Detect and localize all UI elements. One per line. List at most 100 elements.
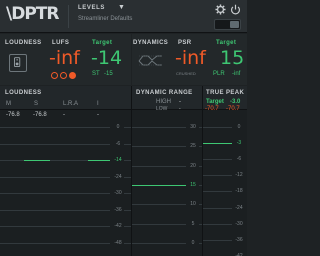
- meter-gridline: [124, 160, 131, 161]
- record-icon[interactable]: [69, 72, 76, 79]
- meter-gridline: [124, 143, 131, 145]
- speaker-icon[interactable]: [9, 54, 27, 72]
- plr-value: -inf: [232, 71, 241, 77]
- logo-mark: \DPTR: [6, 4, 59, 24]
- meter-tick-label: -48: [114, 239, 122, 246]
- meter-tick-label: -12: [235, 172, 243, 179]
- gear-icon[interactable]: [215, 4, 226, 15]
- meter-gridline: [124, 242, 131, 244]
- i-label: I: [97, 101, 99, 107]
- meter-tick-label: -30: [114, 190, 122, 196]
- target-marker-line: [203, 143, 232, 145]
- dynamics-section-label: DYNAMICS: [133, 40, 169, 46]
- meter-tick-label: -36: [235, 236, 243, 243]
- meter-tick-label: -6: [115, 140, 121, 147]
- target-value[interactable]: -14: [91, 47, 122, 69]
- loudness-meter-graph: 0 -6 -14 -24 -30 -36 -42 -48: [0, 122, 131, 256]
- low-label: LOW: [156, 106, 168, 112]
- meter-tick-label: -18: [235, 188, 243, 195]
- true-peak-target-value[interactable]: -3.0: [230, 99, 240, 105]
- play-icon[interactable]: [51, 72, 58, 79]
- power-icon[interactable]: [230, 4, 241, 15]
- lufs-label: LUFS: [52, 40, 70, 46]
- crushed-waveform-icon: [138, 55, 163, 66]
- meter-gridline: [203, 159, 232, 161]
- meter-gridline: [203, 127, 232, 128]
- meter-gridline: [203, 191, 232, 193]
- high-label: HIGH: [156, 99, 171, 105]
- target-label: Target: [92, 40, 113, 46]
- st-label: ST: [92, 71, 100, 77]
- loudness-meter-title: LOUDNESS: [5, 90, 42, 96]
- low-value: -: [179, 106, 181, 112]
- meter-gridline: [203, 223, 232, 225]
- dynamic-range-graph: 30 25 20 15 10 5 0: [132, 122, 202, 256]
- target-marker-line: [132, 184, 186, 186]
- header-divider: [68, 5, 69, 28]
- preset-selector[interactable]: LEVELS ▼ Streamliner Defaults: [78, 4, 198, 29]
- meter-tick-label: 25: [190, 143, 196, 150]
- true-peak-header: TRUE PEAK Target -3.0 -70.7 -70.7: [203, 86, 247, 112]
- meter-gridline: [124, 176, 131, 178]
- chevron-down-icon: ▼: [118, 4, 125, 11]
- psr-label: PSR: [178, 40, 192, 46]
- lra-value: -: [63, 112, 65, 118]
- meter-tick-label: -3: [236, 140, 242, 147]
- meter-gridline: [0, 242, 110, 244]
- high-value: -: [179, 99, 181, 105]
- meter-tick-label: -42: [114, 223, 122, 229]
- preset-name: Streamliner Defaults: [78, 16, 133, 22]
- meter-tick-label: 20: [190, 162, 196, 169]
- meter-gridline: [0, 176, 110, 178]
- meter-gridline: [132, 127, 186, 128]
- meter-gridline: [124, 193, 131, 194]
- meter-gridline: [203, 239, 232, 241]
- true-peak-graph: 0 -3 -6 -12 -18 -24 -30 -36 -42: [203, 122, 247, 256]
- meter-tick-label: 10: [190, 201, 196, 208]
- true-peak-target-label: Target: [206, 99, 224, 105]
- meter-tick-label: 0: [191, 239, 195, 246]
- meter-tick-label: 30: [190, 124, 196, 130]
- meter-tick-label: -24: [235, 204, 243, 211]
- dynamics-target-value[interactable]: 15: [220, 47, 244, 69]
- plr-label: PLR: [213, 71, 225, 77]
- meter-gridline: [124, 226, 131, 227]
- crushed-label: CRUSHED: [176, 71, 196, 76]
- lufs-value: -inf: [49, 47, 80, 69]
- m-label: M: [6, 101, 11, 107]
- meter-tick-label: 0: [237, 124, 241, 130]
- meter-gridline: [0, 226, 110, 227]
- dynamic-range-header: DYNAMIC RANGE HIGH - LOW -: [132, 86, 202, 112]
- meter-gridline: [132, 204, 186, 206]
- m-value: -76.8: [6, 112, 20, 118]
- s-label: S: [34, 101, 39, 107]
- true-peak-left-value: -70.7: [205, 106, 219, 112]
- meter-gridline: [0, 143, 110, 145]
- meter-gridline: [132, 223, 186, 225]
- toggle-knob: [230, 21, 239, 28]
- header-bar: \DPTR LEVELS ▼ Streamliner Defaults: [0, 0, 247, 33]
- target-marker-line: [88, 160, 110, 161]
- psr-value: -inf: [175, 47, 206, 69]
- meter-gridline: [203, 175, 232, 177]
- meter-gridline: [203, 207, 232, 209]
- i-value: -: [97, 112, 99, 118]
- bypass-toggle[interactable]: [214, 19, 241, 30]
- meter-tick-label: 5: [191, 220, 195, 227]
- reset-icon[interactable]: [60, 72, 67, 79]
- true-peak-title: TRUE PEAK: [206, 90, 245, 96]
- true-peak-right-value: -70.7: [226, 106, 240, 112]
- meter-gridline: [124, 209, 131, 211]
- meter-gridline: [0, 209, 110, 211]
- meter-tick-label: -24: [114, 173, 122, 180]
- loudness-meter-header: LOUDNESS M S L.R.A I: [0, 86, 131, 110]
- meter-gridline: [132, 165, 186, 167]
- meter-tick-label: 15: [190, 181, 196, 188]
- meter-gridline: [132, 146, 186, 148]
- st-value: -15: [104, 71, 113, 77]
- s-value: -76.8: [33, 112, 47, 118]
- dynamic-range-title: DYNAMIC RANGE: [136, 90, 193, 96]
- meter-tick-label: -14: [114, 157, 122, 163]
- meter-gridline: [132, 242, 186, 244]
- dynamics-target-label: Target: [216, 40, 237, 46]
